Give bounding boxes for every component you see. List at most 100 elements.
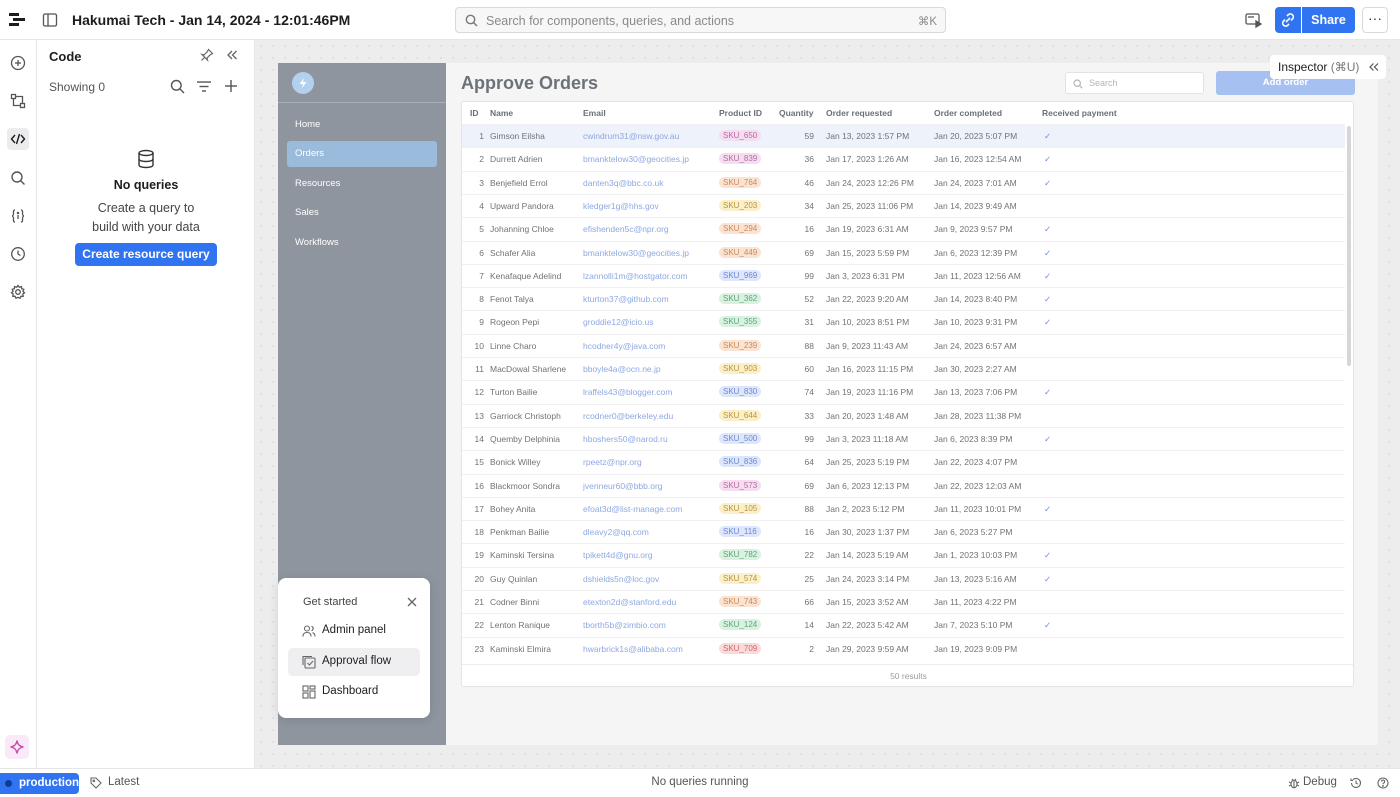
table-row[interactable]: 13 Garriock Christoph rcodner0@berkeley.ed… — [462, 403, 1345, 427]
global-search-input[interactable]: Search for components, queries, and acti… — [455, 7, 946, 33]
cell-order-completed: Jan 6, 2023 8:39 PM — [934, 433, 1013, 444]
table-row[interactable]: 2 Durrett Adrien bmanktelow30@geocities.jp… — [462, 147, 1345, 170]
history-icon[interactable] — [1350, 777, 1362, 789]
column-header[interactable]: Email — [583, 108, 606, 118]
column-header[interactable]: Product ID — [719, 108, 762, 118]
add-component-button[interactable] — [7, 52, 29, 74]
table-row[interactable]: 11 MacDowal Sharlene bboyle4a@ocn.ne.jp SKU… — [462, 357, 1345, 380]
app-title[interactable]: Hakumai Tech - Jan 14, 2024 - 12:01:46PM — [72, 12, 350, 28]
cell-order-requested: Jan 15, 2023 5:59 PM — [826, 247, 910, 258]
table-row[interactable]: 4 Upward Pandora kledger1g@hhs.gov SKU_203 3… — [462, 193, 1345, 217]
add-query-icon[interactable] — [223, 78, 239, 94]
cell-product-id: SKU_362 — [719, 293, 762, 305]
cell-id: 18 — [474, 527, 484, 538]
preview-icon[interactable] — [1245, 12, 1263, 28]
cell-email: dshields5n@loc.gov — [583, 573, 660, 584]
table-row[interactable]: 14 Quemby Delphinia hboshers50@narod.ru SKU… — [462, 426, 1345, 450]
table-row[interactable]: 15 Bonick Willey rpeetz@npr.org SKU_836 64 Ja… — [462, 450, 1345, 473]
app-logo[interactable] — [292, 72, 314, 94]
column-header[interactable]: Order requested — [826, 108, 892, 118]
cell-id: 22 — [474, 620, 484, 631]
code-button[interactable] — [7, 128, 29, 150]
table-row[interactable]: 22 Lenton Ranique tborth5b@zimbio.com SKU_1… — [462, 613, 1345, 636]
search-button[interactable] — [7, 167, 29, 189]
table-row[interactable]: 8 Fenot Talya kturton37@github.com SKU_362 5… — [462, 287, 1345, 310]
table-row[interactable]: 17 Bohey Anita efoat3d@list-manage.com SKU_… — [462, 496, 1345, 520]
column-header[interactable]: Quantity — [779, 108, 813, 118]
nav-item-workflows[interactable]: Workflows — [287, 230, 437, 256]
cell-order-requested: Jan 13, 2023 1:57 PM — [826, 131, 910, 141]
search-queries-icon[interactable] — [170, 79, 185, 94]
table-row[interactable]: 10 Linne Charo hcodner4y@java.com SKU_239 88… — [462, 333, 1345, 357]
nav-item-home[interactable]: Home — [287, 112, 437, 138]
table-row[interactable]: 3 Benjefield Errol danten3q@bbc.co.uk SKU_7… — [462, 170, 1345, 194]
create-resource-query-button[interactable]: Create resource query — [75, 243, 217, 266]
pin-icon[interactable] — [200, 48, 214, 62]
state-button[interactable] — [7, 205, 29, 227]
table-row[interactable]: 23 Kaminski Elmira hwarbrick1s@alibaba.com… — [462, 636, 1345, 660]
table-row[interactable]: 6 Schafer Alia bmanktelow30@geocities.jp SK… — [462, 240, 1345, 264]
app-main: Approve Orders Search Add order ID Name Em… — [446, 63, 1378, 745]
collapse-panel-icon[interactable] — [225, 48, 239, 62]
cell-email: kledger1g@hhs.gov — [583, 200, 659, 211]
cell-product-id: SKU_105 — [719, 502, 762, 514]
table-row[interactable]: 9 Rogeon Pepi groddie12@icio.us SKU_355 31 Ja… — [462, 310, 1345, 333]
column-header[interactable]: Order completed — [934, 108, 1002, 118]
table-search-input[interactable]: Search — [1065, 72, 1204, 94]
table-scrollbar[interactable] — [1347, 126, 1351, 366]
settings-button[interactable] — [7, 281, 29, 303]
table-row[interactable]: 21 Codner Binni etexton2d@stanford.edu SKU_… — [462, 590, 1345, 613]
history-button[interactable] — [7, 243, 29, 265]
copy-link-button[interactable] — [1275, 7, 1301, 33]
page-title: Approve Orders — [461, 73, 599, 93]
query-count: Showing 0 — [49, 80, 106, 94]
cell-quantity: 88 — [804, 503, 814, 514]
column-header[interactable]: Received payment — [1042, 108, 1117, 118]
table-row[interactable]: 1 Gimson Eilsha cwindrum31@nsw.gov.au SKU_6… — [462, 124, 1345, 148]
get-started-admin-panel[interactable]: Admin panel — [288, 617, 420, 645]
cell-received-payment: ✓ — [1044, 573, 1052, 584]
nav-item-resources[interactable]: Resources — [287, 171, 437, 197]
nav-item-sales[interactable]: Sales — [287, 200, 437, 226]
get-started-dashboard[interactable]: Dashboard — [288, 678, 420, 706]
table-row[interactable]: 20 Guy Quinlan dshields5n@loc.gov SKU_574 25… — [462, 566, 1345, 590]
inspector-toggle[interactable]: Inspector (⌘U) — [1270, 55, 1386, 79]
cell-quantity: 25 — [804, 573, 814, 584]
help-icon[interactable] — [1377, 777, 1389, 789]
get-started-item-label: Dashboard — [322, 685, 379, 697]
cell-product-id: SKU_650 — [719, 130, 762, 141]
table-row[interactable]: 16 Blackmoor Sondra jvenneur60@bbb.org SKU_… — [462, 473, 1345, 497]
share-button[interactable]: Share — [1302, 7, 1355, 33]
approval-icon — [302, 655, 316, 669]
bug-icon — [1288, 778, 1300, 789]
table-row[interactable]: 7 Kenafaque Adelind lzannolli1m@hostgator.… — [462, 263, 1345, 287]
filter-icon[interactable] — [196, 79, 212, 94]
assist-button[interactable] — [5, 735, 29, 759]
cell-order-requested: Jan 6, 2023 12:13 PM — [826, 480, 910, 491]
cell-received-payment: ✓ — [1044, 433, 1052, 444]
get-started-popover: Get started Admin panel Approval flow Da… — [278, 578, 430, 718]
nav-item-orders[interactable]: Orders — [287, 141, 437, 167]
table-row[interactable]: 5 Johanning Chloe efishenden5c@npr.org SKU_… — [462, 217, 1345, 240]
cell-order-requested: Jan 3, 2023 11:18 AM — [826, 433, 909, 444]
cell-quantity: 64 — [804, 457, 814, 468]
component-tree-button[interactable] — [7, 90, 29, 112]
retool-logo-icon[interactable] — [8, 11, 26, 29]
cell-name: Garriock Christoph — [490, 410, 561, 421]
table-row[interactable]: 19 Kaminski Tersina tpikett4d@gnu.org SKU_7… — [462, 543, 1345, 566]
cell-order-completed: Jan 30, 2023 2:27 AM — [934, 364, 1017, 374]
code-panel-title: Code — [49, 49, 82, 64]
column-header[interactable]: Name — [490, 108, 513, 118]
layout-panel-icon[interactable] — [42, 12, 58, 28]
table-header: ID Name Email Product ID Quantity Order reque… — [462, 102, 1353, 124]
cell-quantity: 88 — [804, 340, 814, 351]
more-options-button[interactable]: ··· — [1362, 7, 1388, 33]
close-icon[interactable] — [406, 596, 418, 608]
cell-name: Blackmoor Sondra — [490, 480, 560, 491]
cell-email: bboyle4a@ocn.ne.jp — [583, 364, 661, 374]
table-row[interactable]: 12 Turton Bailie lraffels43@blogger.com SKU… — [462, 380, 1345, 403]
table-row[interactable]: 18 Penkman Bailie dleavy2@qq.com SKU_116 16 J… — [462, 520, 1345, 543]
cell-name: Schafer Alia — [490, 247, 536, 258]
column-header[interactable]: ID — [470, 108, 479, 118]
get-started-approval-flow[interactable]: Approval flow — [288, 648, 420, 676]
